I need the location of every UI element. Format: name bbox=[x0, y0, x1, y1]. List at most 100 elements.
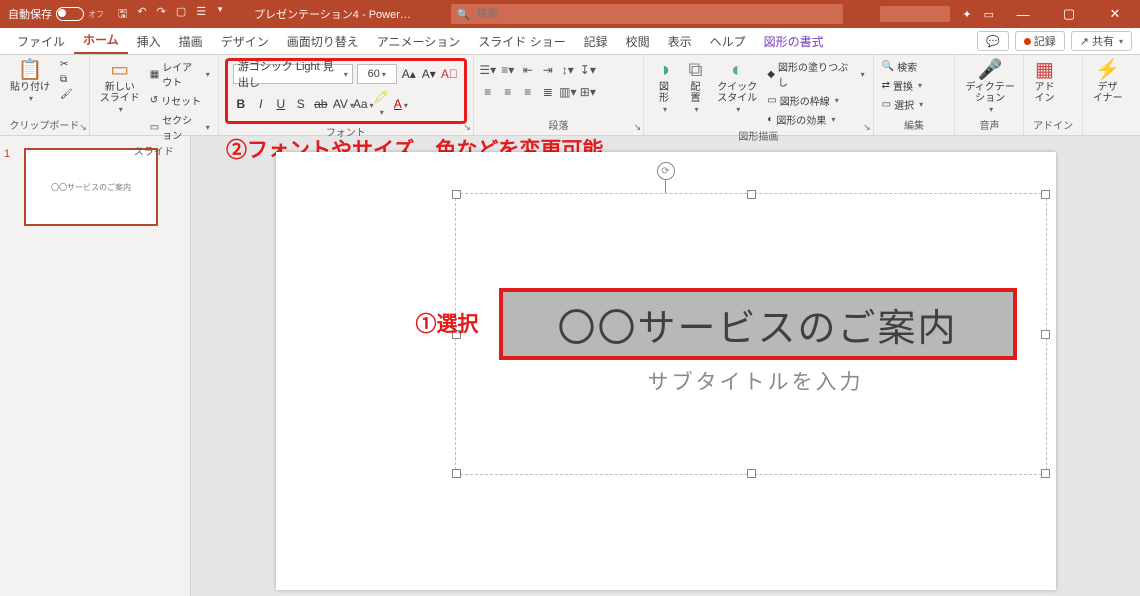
dec-indent-icon[interactable]: ⇤ bbox=[520, 62, 536, 78]
shapes-icon: ◑ bbox=[658, 60, 670, 80]
minimize-button[interactable]: — bbox=[1006, 7, 1040, 22]
underline-button[interactable]: U bbox=[273, 97, 289, 111]
annotation-select: ①選択 bbox=[416, 308, 479, 338]
group-paragraph: ☰▾ ≡▾ ⇤ ⇥ ↕▾ ↧▾ ≡ ≡ ≡ ≣ ▥▾ ⊞▾ 段落 ↘ bbox=[474, 55, 644, 135]
text-direction-icon[interactable]: ↧▾ bbox=[580, 62, 596, 78]
shadow-button[interactable]: S bbox=[293, 97, 309, 111]
qat-dropdown-icon[interactable]: ▼ bbox=[216, 5, 224, 24]
resize-handle[interactable] bbox=[747, 469, 756, 478]
dialog-launcher-icon[interactable]: ↘ bbox=[463, 122, 471, 133]
find-button[interactable]: 🔍検索 bbox=[880, 58, 925, 75]
shape-outline-button[interactable]: ▭図形の枠線▾ bbox=[765, 92, 866, 109]
font-color-button[interactable]: A▾ bbox=[393, 97, 409, 111]
comments-button[interactable]: 💬 bbox=[977, 31, 1009, 51]
autosave-toggle[interactable]: 自動保存 オフ bbox=[8, 6, 104, 22]
resize-handle[interactable] bbox=[1041, 330, 1050, 339]
tab-file[interactable]: ファイル bbox=[8, 29, 74, 54]
tab-view[interactable]: 表示 bbox=[659, 29, 701, 54]
paste-button[interactable]: 📋 貼り付け▾ bbox=[6, 58, 54, 106]
bullets-icon[interactable]: ☰▾ bbox=[480, 62, 496, 78]
tab-draw[interactable]: 描画 bbox=[170, 29, 212, 54]
arrange-button[interactable]: ⧉配置▾ bbox=[682, 58, 710, 117]
justify-icon[interactable]: ≣ bbox=[540, 84, 556, 100]
align-center-icon[interactable]: ≡ bbox=[500, 84, 516, 100]
tab-help[interactable]: ヘルプ bbox=[701, 29, 755, 54]
format-painter-button[interactable]: 🖌 bbox=[58, 88, 75, 101]
tab-shape-format[interactable]: 図形の書式 bbox=[755, 29, 833, 54]
clear-format-button[interactable]: A⃠ bbox=[441, 67, 457, 81]
rotate-handle-icon[interactable]: ⟳ bbox=[657, 162, 675, 180]
group-addins: ▦アド イン アドイン bbox=[1024, 55, 1082, 135]
save-icon[interactable]: 🖫 bbox=[118, 5, 127, 24]
slide-canvas[interactable]: ②フォントやサイズ、色などを変更可能 ⟳ ①選択 〇〇サービスのご案内 サブタイ… bbox=[191, 136, 1140, 596]
reset-button[interactable]: ↺リセット bbox=[148, 92, 212, 109]
layout-button[interactable]: ▦レイアウト▾ bbox=[148, 58, 212, 90]
copy-button[interactable]: ⧉ bbox=[58, 73, 75, 86]
tab-review[interactable]: 校閲 bbox=[617, 29, 659, 54]
close-button[interactable]: ✕ bbox=[1098, 6, 1132, 22]
from-beginning-icon[interactable]: ▢ bbox=[176, 5, 186, 24]
align-right-icon[interactable]: ≡ bbox=[520, 84, 536, 100]
italic-button[interactable]: I bbox=[253, 97, 269, 111]
tab-home[interactable]: ホーム bbox=[74, 27, 128, 54]
tab-slideshow[interactable]: スライド ショー bbox=[469, 29, 574, 54]
shapes-button[interactable]: ◑図形▾ bbox=[650, 58, 678, 117]
columns-icon[interactable]: ▥▾ bbox=[560, 84, 576, 100]
shape-fill-button[interactable]: ◆図形の塗りつぶし▾ bbox=[765, 58, 866, 90]
dialog-launcher-icon[interactable]: ↘ bbox=[79, 122, 87, 133]
numbering-icon[interactable]: ≡▾ bbox=[500, 62, 516, 78]
highlight-button[interactable]: 🖍▾ bbox=[373, 90, 389, 118]
record-button[interactable]: 記録 bbox=[1015, 31, 1065, 51]
tab-animations[interactable]: アニメーション bbox=[368, 29, 470, 54]
designer-button[interactable]: ⚡デザ イナー bbox=[1089, 58, 1127, 106]
cut-button[interactable]: ✂ bbox=[58, 58, 75, 71]
touch-mode-icon[interactable]: ☰ bbox=[196, 5, 206, 24]
new-slide-button[interactable]: ▭ 新しい スライド▾ bbox=[96, 58, 144, 117]
user-account[interactable] bbox=[880, 6, 950, 22]
search-box[interactable]: 🔍 bbox=[451, 4, 843, 24]
slide-thumbnail-pane[interactable]: 1 〇〇サービスのご案内 bbox=[0, 136, 191, 596]
group-drawing: ◑図形▾ ⧉配置▾ ◐クイック スタイル▾ ◆図形の塗りつぶし▾ ▭図形の枠線▾… bbox=[644, 55, 873, 135]
shrink-font-button[interactable]: A▾ bbox=[421, 67, 437, 81]
tab-insert[interactable]: 挿入 bbox=[128, 29, 170, 54]
tab-transitions[interactable]: 画面切り替え bbox=[278, 29, 368, 54]
copy-icon: ⧉ bbox=[60, 74, 67, 85]
tab-design[interactable]: デザイン bbox=[212, 29, 278, 54]
resize-handle[interactable] bbox=[452, 190, 461, 199]
slide-subtitle-placeholder[interactable]: サブタイトルを入力 bbox=[576, 366, 936, 396]
share-button[interactable]: ↗共有▾ bbox=[1071, 31, 1132, 51]
align-left-icon[interactable]: ≡ bbox=[480, 84, 496, 100]
line-spacing-icon[interactable]: ↕▾ bbox=[560, 62, 576, 78]
bold-button[interactable]: B bbox=[233, 97, 249, 111]
tab-record[interactable]: 記録 bbox=[575, 29, 617, 54]
quick-styles-button[interactable]: ◐クイック スタイル▾ bbox=[713, 58, 761, 117]
search-input[interactable] bbox=[475, 7, 837, 21]
char-spacing-button[interactable]: AV▾ bbox=[333, 97, 349, 111]
resize-handle[interactable] bbox=[452, 469, 461, 478]
select-button[interactable]: ▭選択▾ bbox=[880, 96, 925, 113]
font-size-combo[interactable]: 60▾ bbox=[357, 64, 397, 84]
change-case-button[interactable]: Aa▾ bbox=[353, 97, 369, 111]
font-name-combo[interactable]: 游ゴシック Light 見出し▾ bbox=[233, 64, 353, 84]
maximize-button[interactable]: ▢ bbox=[1052, 6, 1086, 22]
resize-handle[interactable] bbox=[1041, 190, 1050, 199]
undo-icon[interactable]: ↶ bbox=[137, 5, 146, 24]
smartart-icon[interactable]: ⊞▾ bbox=[580, 84, 596, 100]
resize-handle[interactable] bbox=[747, 190, 756, 199]
inc-indent-icon[interactable]: ⇥ bbox=[540, 62, 556, 78]
replace-button[interactable]: ⇄置換▾ bbox=[880, 77, 925, 94]
ribbon: 📋 貼り付け▾ ✂ ⧉ 🖌 クリップボード ↘ ▭ 新しい スライド▾ ▦レイア… bbox=[0, 55, 1140, 136]
shape-effects-button[interactable]: ◐図形の効果▾ bbox=[765, 111, 866, 128]
slide-title-text[interactable]: 〇〇サービスのご案内 bbox=[499, 288, 1017, 360]
dictate-button[interactable]: 🎤ディクテー ション▾ bbox=[961, 58, 1018, 117]
resize-handle[interactable] bbox=[1041, 469, 1050, 478]
strike-button[interactable]: ab bbox=[313, 97, 329, 111]
redo-icon[interactable]: ↷ bbox=[157, 5, 166, 24]
window-options-icon[interactable]: ▭ bbox=[984, 8, 994, 21]
coming-soon-icon[interactable]: ✦ bbox=[962, 8, 971, 21]
dialog-launcher-icon[interactable]: ↘ bbox=[634, 122, 642, 133]
dialog-launcher-icon[interactable]: ↘ bbox=[863, 122, 871, 133]
paste-icon: 📋 bbox=[18, 60, 43, 80]
addins-button[interactable]: ▦アド イン bbox=[1030, 58, 1058, 106]
grow-font-button[interactable]: A▴ bbox=[401, 67, 417, 81]
